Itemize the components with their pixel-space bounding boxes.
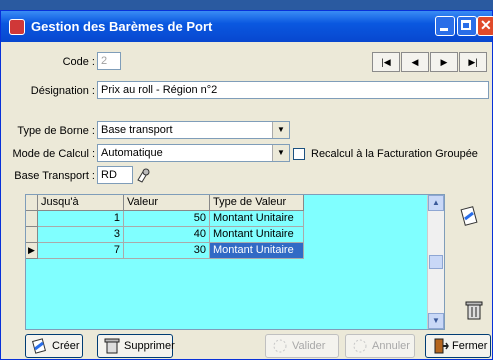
create-icon [32,338,46,354]
first-record-icon: |◀ [381,57,391,67]
last-record-button[interactable]: ▶| [459,52,487,72]
cancel-button[interactable]: Annuler [345,334,415,358]
type-borne-select[interactable]: Base transport ▼ [97,121,290,139]
exit-door-icon [434,338,449,354]
add-line-icon[interactable] [459,205,481,227]
minimize-button[interactable] [435,16,455,36]
grid-scrollbar[interactable]: ▲ ▼ [427,195,444,329]
cell-type-valeur[interactable]: Montant Unitaire [210,227,304,243]
delete-button[interactable]: Supprimer [97,334,175,358]
close-button-label: Fermer [452,340,488,352]
last-record-icon: ▶| [468,57,478,67]
dropdown-arrow-icon[interactable]: ▼ [272,145,289,161]
main-window: Gestion des Barèmes de Port Code : 2 |◀ … [0,10,493,360]
scroll-up-icon[interactable]: ▲ [428,195,444,211]
row-indicator[interactable] [26,227,38,243]
validate-button[interactable]: Valider [265,334,339,358]
grid-corner [26,195,38,211]
next-record-button[interactable]: ▶ [430,52,458,72]
type-borne-label: Type de Borne : [17,125,95,137]
code-field: 2 [97,52,121,70]
cell-valeur[interactable]: 30 [124,243,210,259]
next-record-icon: ▶ [440,57,448,67]
type-borne-value: Base transport [101,124,173,136]
mode-calcul-select[interactable]: Automatique ▼ [97,144,290,162]
base-transport-field[interactable]: RD [97,166,133,184]
scroll-down-icon[interactable]: ▼ [428,313,444,329]
row-indicator-current[interactable]: ▶ [26,243,38,259]
previous-record-button[interactable]: ◀ [401,52,429,72]
app-icon [9,19,25,35]
cell-valeur[interactable]: 50 [124,211,210,227]
close-button[interactable]: Fermer [425,334,491,358]
mode-calcul-value: Automatique [101,147,163,159]
recalcul-label: Recalcul à la Facturation Groupée [311,148,478,160]
column-header-type-valeur[interactable]: Type de Valeur [210,195,304,211]
scroll-thumb[interactable] [429,255,443,269]
row-indicator[interactable] [26,211,38,227]
validate-button-label: Valider [292,340,326,352]
create-button-label: Créer [52,340,80,352]
delete-icon [104,338,120,354]
maximize-button[interactable] [457,16,477,36]
lookup-icon[interactable] [135,166,151,184]
cell-type-valeur-selected[interactable]: Montant Unitaire [210,243,304,259]
cancel-icon [353,339,367,353]
desktop-background [0,0,493,10]
cell-jusqua[interactable]: 1 [38,211,124,227]
bareme-grid[interactable]: Jusqu'à Valeur Type de Valeur 1 50 Monta… [25,194,445,330]
dropdown-arrow-icon[interactable]: ▼ [272,122,289,138]
validate-icon [273,339,287,353]
title-bar[interactable]: Gestion des Barèmes de Port [1,11,493,42]
previous-record-icon: ◀ [411,57,419,67]
column-header-jusqua[interactable]: Jusqu'à [38,195,124,211]
trash-icon[interactable] [463,299,485,321]
create-button[interactable]: Créer [25,334,83,358]
mode-calcul-label: Mode de Calcul : [12,148,95,160]
cell-type-valeur[interactable]: Montant Unitaire [210,211,304,227]
delete-button-label: Supprimer [124,340,175,352]
recalcul-checkbox[interactable] [293,148,305,160]
current-row-icon: ▶ [28,245,35,255]
cell-jusqua[interactable]: 3 [38,227,124,243]
window-title: Gestion des Barèmes de Port [31,19,213,34]
column-header-valeur[interactable]: Valeur [124,195,210,211]
cancel-button-label: Annuler [372,340,410,352]
code-label: Code : [62,56,95,68]
base-transport-label: Base Transport : [14,170,95,182]
first-record-button[interactable]: |◀ [372,52,400,72]
close-window-button[interactable] [477,16,493,36]
cell-jusqua[interactable]: 7 [38,243,124,259]
designation-label: Désignation : [30,85,95,97]
designation-field[interactable]: Prix au roll - Région n°2 [97,81,489,99]
cell-valeur[interactable]: 40 [124,227,210,243]
